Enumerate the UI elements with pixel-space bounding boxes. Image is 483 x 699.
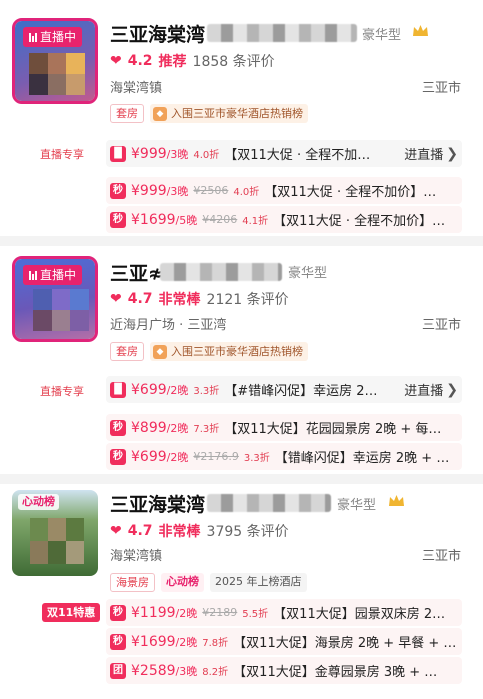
location: 海棠湾镇 (110, 549, 163, 564)
deal-row[interactable]: 秒 ¥1699/5晚 ¥4206 4.1折 【双11大促 · 全程不加价】… (106, 206, 462, 233)
star-level: 豪华型 (362, 28, 402, 43)
divider (0, 474, 483, 484)
stream-label: 直播专享 (40, 148, 84, 161)
rating-row: ❤ 4.7 非常棒 2121 条评价 (110, 291, 289, 308)
flash-sale-icon: 秒 (110, 448, 126, 465)
location: 近海月广场 · 三亚湾 (110, 318, 227, 333)
deal-row-live[interactable]: ▐▌ ¥699/2晚 3.3折 【#错峰闪促】幸运房 2… 进直播 ❯ (106, 376, 462, 403)
hotel-name[interactable]: 三亚海棠湾 (110, 490, 205, 517)
room-tag: 套房 (110, 104, 144, 123)
city: 三亚市 (421, 549, 461, 564)
tag-row: 套房 ◆ 入围三亚市豪华酒店热销榜 (110, 104, 308, 123)
award-tag: 2025 年上榜酒店 (210, 573, 307, 592)
deal-row[interactable]: 秒 ¥1699/2晚 7.8折 【双11大促】海景房 2晚 + 早餐 + … (106, 628, 462, 655)
chevron-right-icon: ❯ (446, 145, 458, 162)
star-level: 豪华型 (288, 266, 328, 281)
chevron-right-icon: ❯ (446, 381, 458, 398)
deal-row-live[interactable]: ▐▌ ¥999/3晚 4.0折 【双11大促 · 全程不加… 进直播 ❯ (106, 140, 462, 167)
live-badge: 直播中 (23, 265, 83, 285)
room-tag: 套房 (110, 342, 144, 361)
room-tag: 海景房 (110, 573, 155, 592)
live-badge: 直播中 (23, 27, 83, 47)
deal-row[interactable]: 秒 ¥1199/2晚 ¥2189 5.5折 【双11大促】园景双床房 2… (106, 599, 462, 626)
tag-row: 套房 ◆ 入围三亚市豪华酒店热销榜 (110, 342, 308, 361)
deal-row[interactable]: 团 ¥2589/3晚 8.2折 【双11大促】金尊园景房 3晚 + … (106, 657, 462, 684)
enter-live-button[interactable]: 进直播 ❯ (404, 144, 462, 164)
ranking-badge: 心动榜 (18, 494, 59, 510)
hotel-name[interactable]: 三亚≉ (110, 259, 164, 286)
rating-row: ❤ 4.2 推荐 1858 条评价 (110, 53, 275, 70)
heart-icon: ❤ (110, 291, 122, 307)
promo-label: 双11特惠 (42, 603, 101, 622)
crown-icon (413, 25, 428, 36)
hotel-card[interactable]: 心动榜 三亚海棠湾 豪华型 ❤ 4.7 非常棒 3795 条评价 海棠湾镇 三亚… (0, 484, 483, 699)
city: 三亚市 (421, 81, 461, 96)
divider (0, 236, 483, 246)
flash-sale-icon: 秒 (110, 604, 126, 621)
hotel-thumbnail[interactable]: 心动榜 (12, 490, 98, 576)
flash-sale-icon: 秒 (110, 633, 126, 650)
group-buy-icon: 团 (110, 662, 126, 679)
hotel-thumbnail[interactable]: 直播中 (12, 256, 98, 342)
rank-tag: ◆ 入围三亚市豪华酒店热销榜 (150, 342, 308, 361)
tag-row: 海景房 心动榜 2025 年上榜酒店 (110, 573, 307, 592)
hotel-card[interactable]: 直播中 三亚≉ 豪华型 ❤ 4.7 非常棒 2121 条评价 近海月广场 · 三… (0, 246, 483, 474)
location: 海棠湾镇 (110, 81, 163, 96)
redacted-name (207, 494, 331, 512)
enter-live-button[interactable]: 进直播 ❯ (404, 380, 462, 400)
hotel-thumbnail[interactable]: 直播中 (12, 18, 98, 104)
hotel-card[interactable]: 直播中 三亚海棠湾 豪华型 ❤ 4.2 推荐 1858 条评价 海棠湾镇 三亚市… (0, 0, 483, 236)
city: 三亚市 (421, 318, 461, 333)
heart-icon: ❤ (110, 53, 122, 69)
redacted-name (207, 24, 357, 42)
medal-icon: ◆ (153, 106, 167, 121)
crown-icon (389, 495, 404, 506)
brand-tag: 心动榜 (161, 573, 204, 592)
hotel-name[interactable]: 三亚海棠湾 (110, 20, 205, 47)
flash-sale-icon: 秒 (110, 419, 126, 436)
heart-icon: ❤ (110, 523, 122, 539)
live-stream-icon: ▐▌ (110, 381, 126, 398)
deal-row[interactable]: 秒 ¥699/2晚 ¥2176.9 3.3折 【错峰闪促】幸运房 2晚 + … (106, 443, 462, 470)
deal-row[interactable]: 秒 ¥899/2晚 7.3折 【双11大促】花园园景房 2晚 + 每… (106, 414, 462, 441)
star-level: 豪华型 (337, 498, 377, 513)
live-stream-icon: ▐▌ (110, 145, 126, 162)
rank-tag: ◆ 入围三亚市豪华酒店热销榜 (150, 104, 308, 123)
rating-row: ❤ 4.7 非常棒 3795 条评价 (110, 523, 289, 540)
flash-sale-icon: 秒 (110, 211, 126, 228)
flash-sale-icon: 秒 (110, 182, 126, 199)
redacted-name (160, 263, 282, 281)
stream-label: 直播专享 (40, 385, 84, 398)
medal-icon: ◆ (153, 344, 167, 359)
deal-row[interactable]: 秒 ¥999/3晚 ¥2506 4.0折 【双11大促 · 全程不加价】… (106, 177, 462, 204)
